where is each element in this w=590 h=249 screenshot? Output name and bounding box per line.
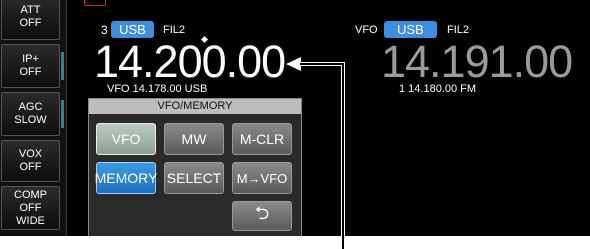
callout-line-inner — [342, 63, 344, 249]
callout-overlay — [286, 57, 345, 249]
